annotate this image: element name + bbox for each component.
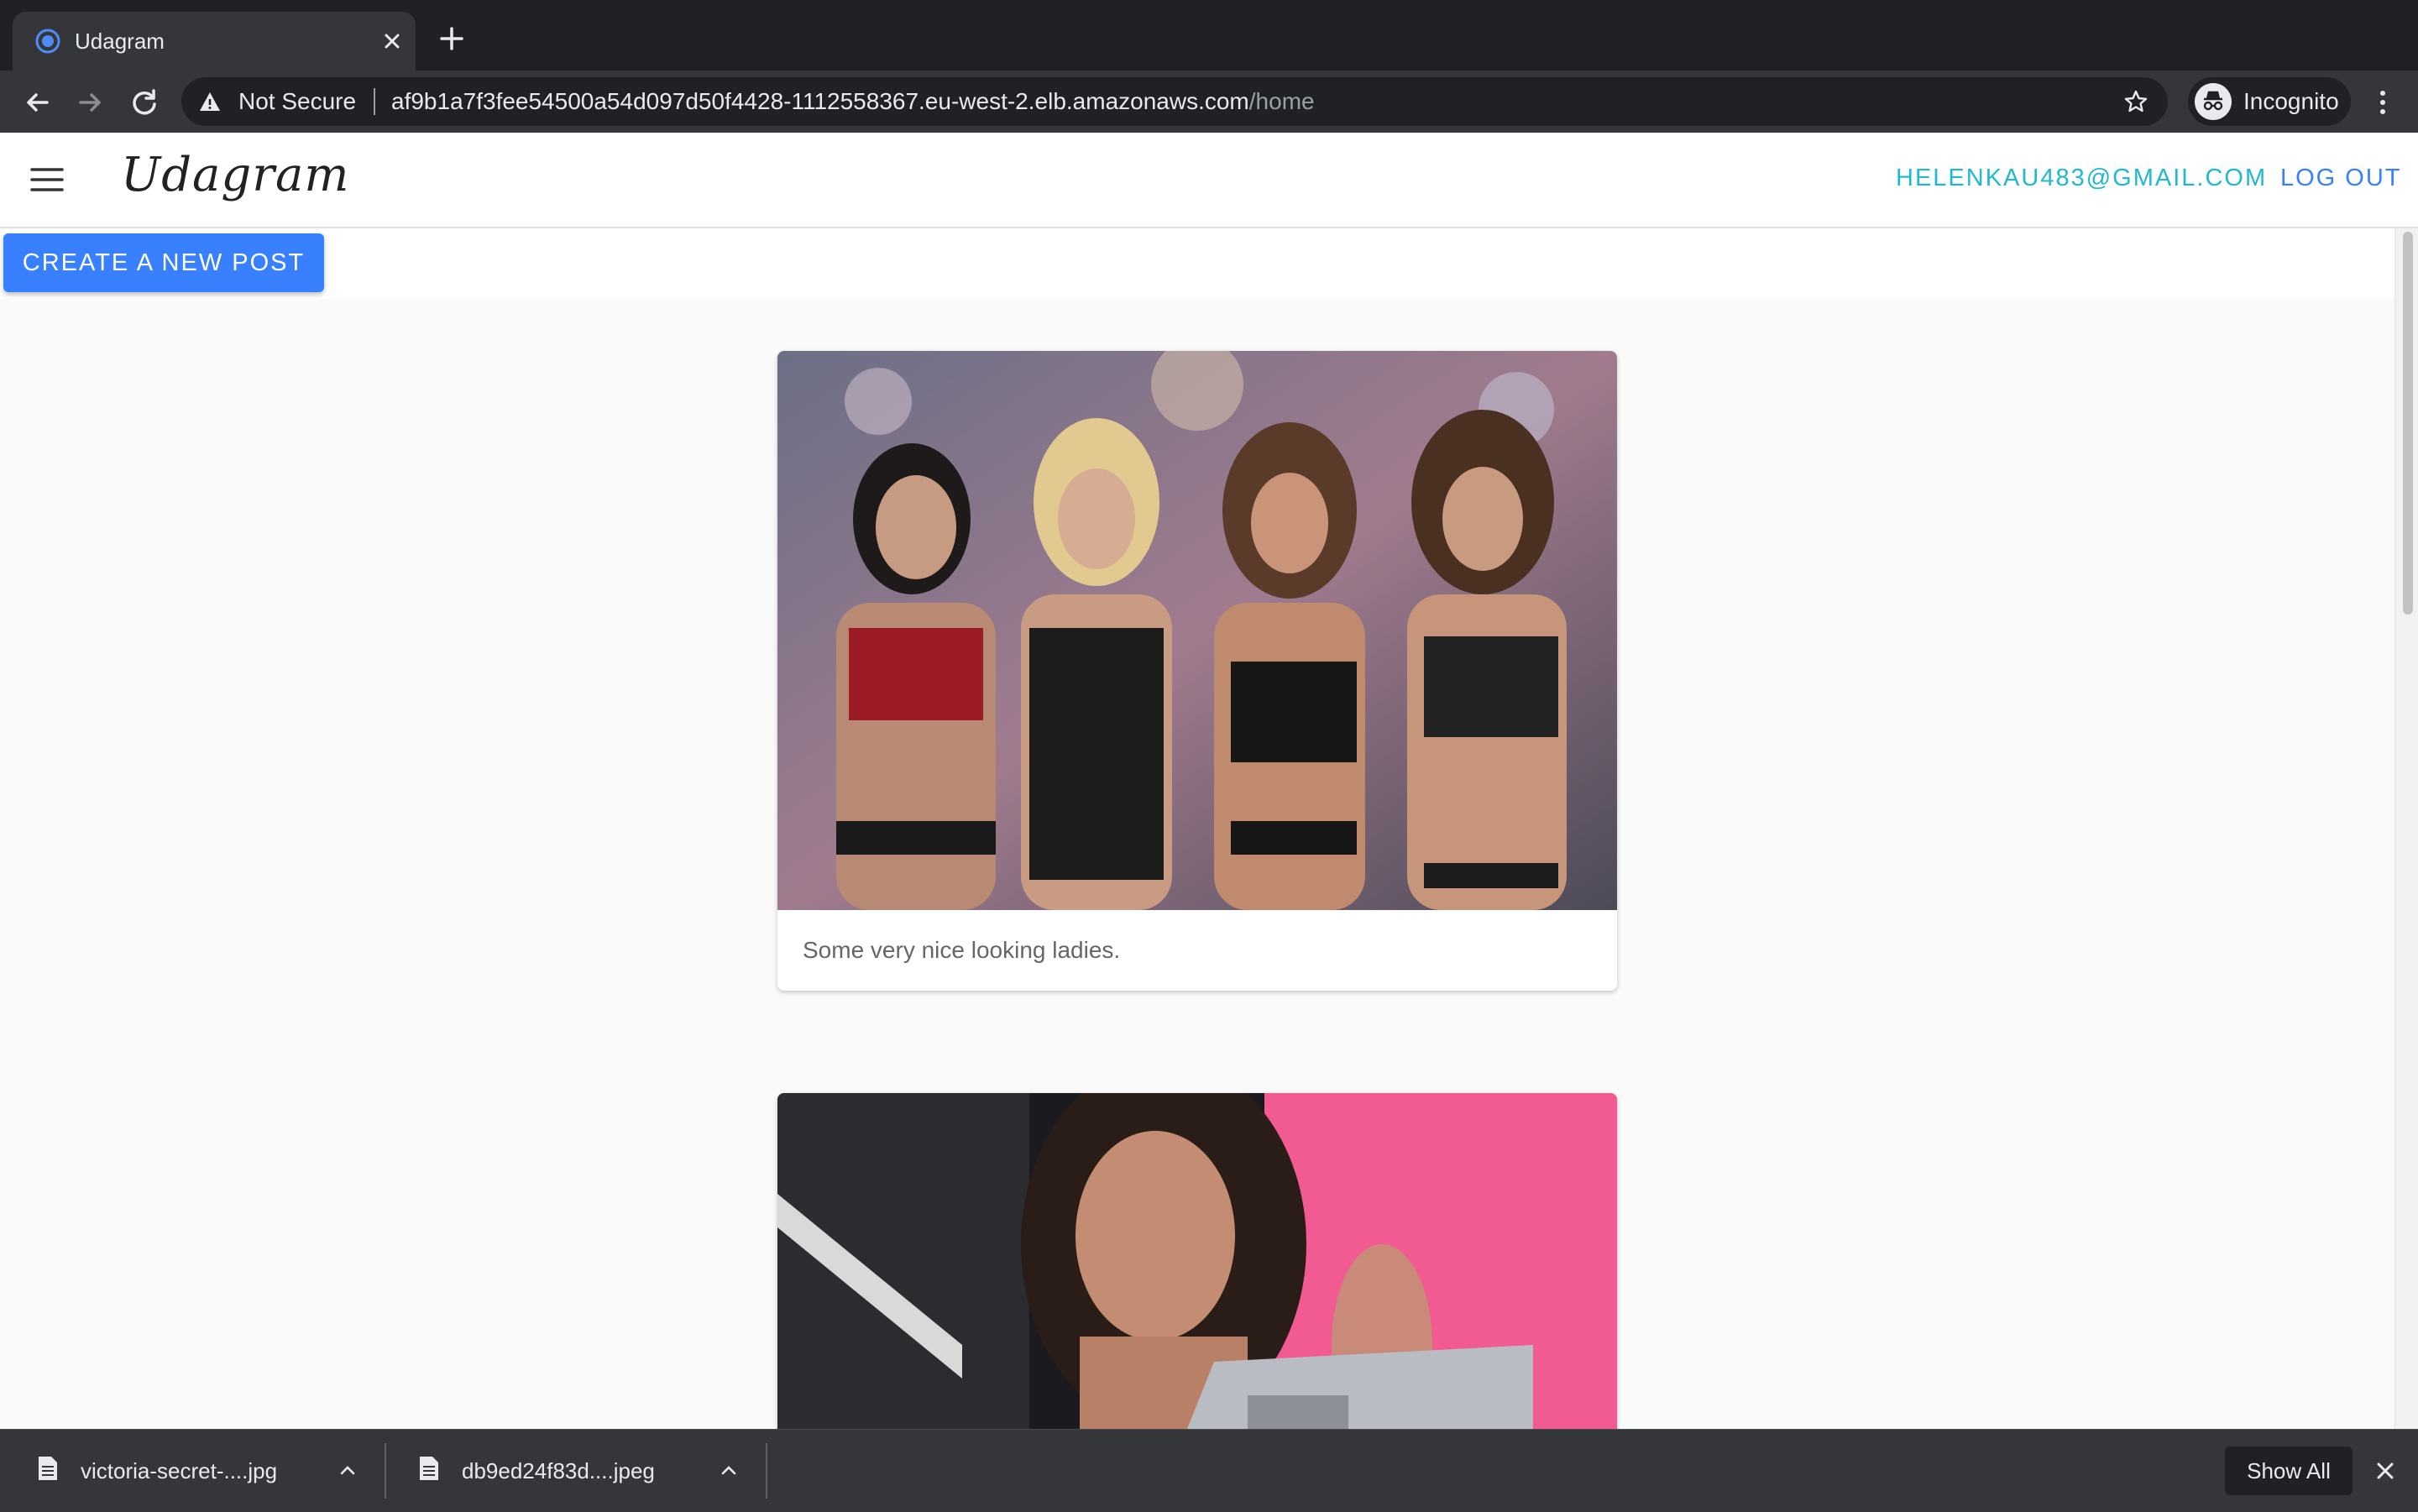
feed-content: CREATE A NEW POST Some very nice looking… [0,228,2394,1429]
udagram-favicon-icon [35,29,60,54]
download-divider [766,1443,767,1499]
download-filename: victoria-secret-....jpg [81,1458,278,1483]
post-photo [777,1093,1617,1429]
close-icon[interactable] [2373,1458,2398,1483]
post-caption: Some very nice looking ladies. [803,937,1121,963]
address-bar[interactable]: Not Secure af9b1a7f3fee54500a54d097d50f4… [181,77,2168,126]
url-path: /home [1248,88,1315,114]
create-post-button[interactable]: CREATE A NEW POST [3,233,324,292]
logout-button[interactable]: LOG OUT [2280,165,2402,192]
warning-icon[interactable] [198,90,222,113]
url-host: af9b1a7f3fee54500a54d097d50f4428-1112558… [391,88,1249,114]
incognito-profile-chip[interactable]: Incognito [2188,77,2351,126]
browser-menu-icon[interactable] [2366,86,2400,119]
page-scrollbar[interactable] [2394,228,2418,1429]
download-filename: db9ed24f83d....jpeg [462,1458,655,1483]
close-tab-icon[interactable] [377,26,407,56]
app-logo[interactable]: Udagram [121,148,350,202]
post-card [777,1093,1617,1429]
bookmark-star-icon[interactable] [2122,88,2149,115]
address-separator [374,88,375,115]
incognito-label: Incognito [2243,88,2339,114]
user-email-link[interactable]: HELENKAU483@GMAIL.COM [1896,165,2267,192]
download-shelf: victoria-secret-....jpg db9ed24f83d....j… [0,1429,2418,1512]
chevron-up-icon[interactable] [336,1458,359,1482]
app-header: Udagram HELENKAU483@GMAIL.COM LOG OUT [0,133,2418,228]
scrollbar-thumb[interactable] [2403,232,2413,615]
chevron-up-icon[interactable] [717,1458,741,1482]
new-tab-icon[interactable] [435,22,468,55]
reload-icon[interactable] [128,86,161,119]
post-card: Some very nice looking ladies. [777,351,1617,991]
browser-toolbar: Not Secure af9b1a7f3fee54500a54d097d50f4… [0,71,2418,133]
forward-icon[interactable] [74,86,107,119]
download-item[interactable]: db9ed24f83d....jpeg [381,1430,764,1512]
browser-tabstrip: Udagram [0,0,2418,71]
tab-title: Udagram [75,29,165,54]
menu-icon[interactable] [29,163,65,196]
file-icon [420,1457,438,1480]
security-label[interactable]: Not Secure [238,77,356,126]
download-item[interactable]: victoria-secret-....jpg [0,1430,383,1512]
browser-tab[interactable]: Udagram [13,12,416,71]
back-icon[interactable] [20,86,54,119]
incognito-icon [2195,83,2232,120]
post-photo [777,351,1617,910]
show-all-downloads-button[interactable]: Show All [2225,1447,2353,1495]
create-post-bar: CREATE A NEW POST [0,228,2394,299]
file-icon [39,1457,57,1480]
url-text[interactable]: af9b1a7f3fee54500a54d097d50f4428-1112558… [391,77,1315,126]
